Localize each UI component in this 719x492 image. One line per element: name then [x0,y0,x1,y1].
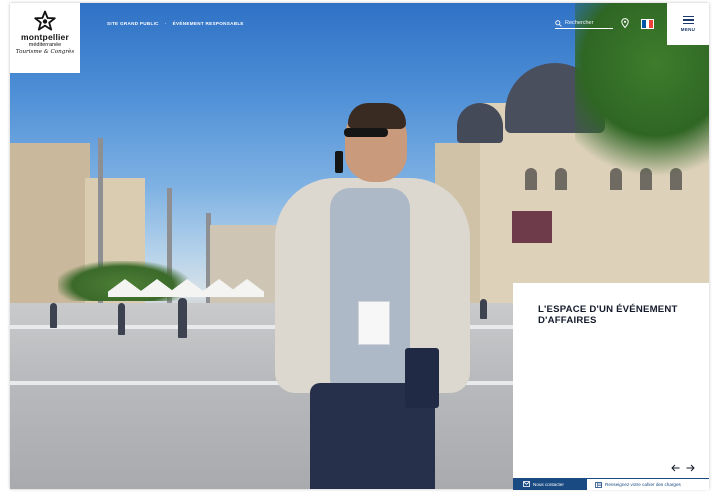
cta-bar: Nous contacter Renseignez votre cahier d… [513,478,709,490]
mail-icon [523,481,530,487]
logo-subtitle: méditerranée [28,42,62,48]
spec-label: Renseignez votre cahier des charges [605,482,681,487]
menu-button[interactable]: MENU [667,3,709,45]
flag-stripe-red [649,20,654,28]
nav-link-evenement-responsable[interactable]: ÉVÉNEMENT RESPONSABLE [173,21,244,26]
location-pin-icon[interactable] [621,18,629,28]
top-nav: SITE GRAND PUBLIC · ÉVÉNEMENT RESPONSABL… [107,21,244,26]
sunglasses [344,128,388,137]
site-logo[interactable]: montpellier méditerranée Tourisme & Cong… [10,3,80,73]
nav-separator: · [164,21,167,26]
menu-label: MENU [680,27,696,32]
man-hair [348,103,406,129]
search-icon [555,19,562,27]
hero-heading: L'ESPACE D'UN ÉVÉNEMENT D'AFFAIRES [538,304,678,326]
phone [335,151,343,173]
small-dome [457,103,503,143]
man-shirt [330,188,410,398]
search-input[interactable] [565,20,613,26]
hero-panel: L'ESPACE D'UN ÉVÉNEMENT D'AFFAIRES [513,283,709,478]
lanyard-badge [358,301,390,345]
contact-button[interactable]: Nous contacter [513,478,587,490]
pedestrian [50,303,57,328]
form-icon [595,481,602,488]
spec-button[interactable]: Renseignez votre cahier des charges [587,478,709,490]
contact-label: Nous contacter [533,481,564,487]
folder [405,348,439,408]
banner [512,211,552,243]
logo-name: montpellier [20,32,69,42]
slider-arrows [671,464,695,472]
logo-tagline: Tourisme & Congrès [15,49,75,55]
window [555,168,567,190]
pedestrian [480,299,487,319]
search-box[interactable] [555,18,613,29]
language-flag-fr[interactable] [641,19,654,29]
pedestrian [118,303,125,335]
arrow-right-icon[interactable] [686,464,695,472]
arrow-left-icon[interactable] [671,464,680,472]
hamburger-icon [682,16,694,24]
pedestrian [178,298,187,338]
window [525,168,537,190]
star-logo-icon [34,10,56,31]
nav-link-grand-public[interactable]: SITE GRAND PUBLIC [107,21,159,26]
